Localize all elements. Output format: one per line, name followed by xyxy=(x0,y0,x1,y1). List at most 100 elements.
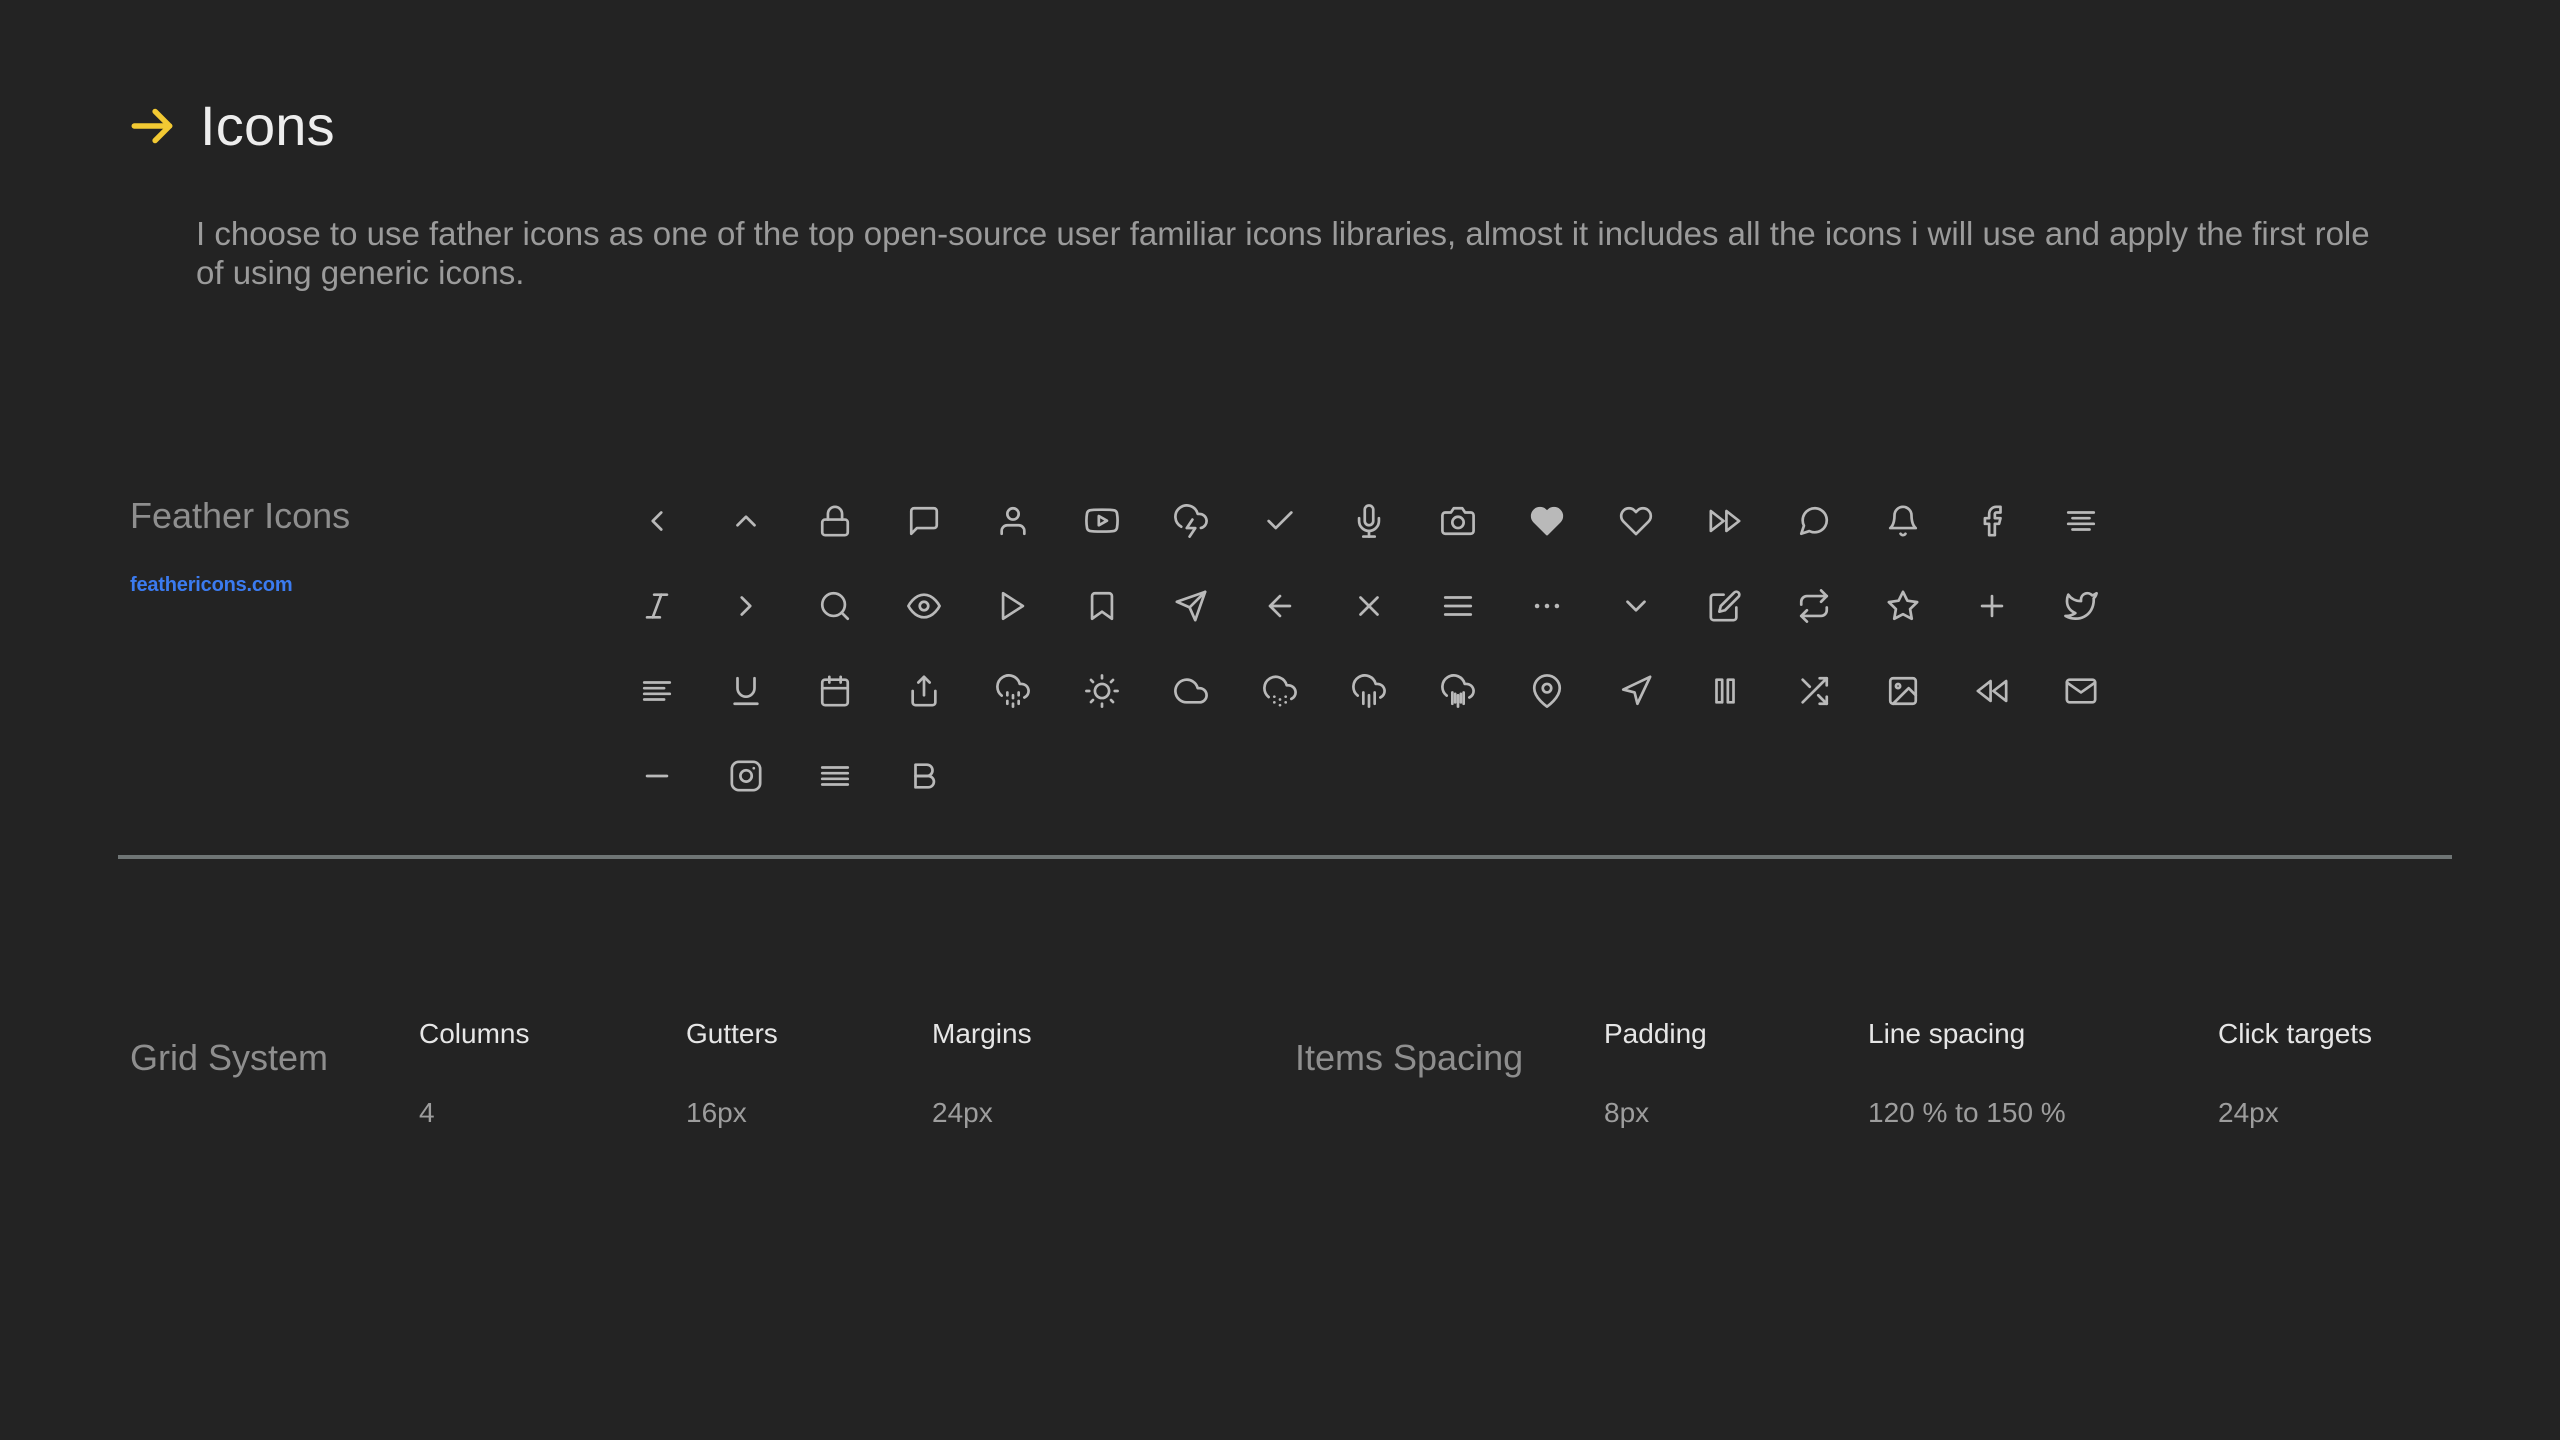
camera-icon xyxy=(1440,506,1475,535)
page-title: Icons xyxy=(200,94,335,157)
icon-cell[interactable] xyxy=(612,478,701,563)
grid-system-section: Grid System Items Spacing Columns 4 Gutt… xyxy=(0,1020,2560,1200)
search-icon xyxy=(820,591,849,620)
icon-cell[interactable] xyxy=(1769,478,1858,563)
icon-cell[interactable] xyxy=(1502,563,1591,648)
icon-cell[interactable] xyxy=(1057,648,1146,733)
icon-cell[interactable] xyxy=(1591,648,1680,733)
chevron-left-icon xyxy=(650,510,663,531)
heart-filled-icon xyxy=(1530,506,1563,535)
play-icon xyxy=(1001,591,1024,620)
icon-cell[interactable] xyxy=(1858,648,1947,733)
icon-cell[interactable] xyxy=(2036,478,2125,563)
chevron-down-icon xyxy=(1625,599,1646,612)
icon-cell[interactable] xyxy=(1324,648,1413,733)
icon-cell[interactable] xyxy=(1146,648,1235,733)
section-divider xyxy=(118,855,2452,859)
icon-cell[interactable] xyxy=(1413,563,1502,648)
icon-cell[interactable] xyxy=(968,563,1057,648)
icon-cell[interactable] xyxy=(790,733,879,818)
grid-column-label: Click targets xyxy=(2218,1018,2373,1049)
icon-cell[interactable] xyxy=(1858,563,1947,648)
icon-cell[interactable] xyxy=(1769,648,1858,733)
mail-icon xyxy=(2064,677,2097,704)
cloud-icon xyxy=(1173,677,1208,704)
heart-icon xyxy=(1619,506,1652,535)
icon-cell[interactable] xyxy=(1947,648,2036,733)
share-icon xyxy=(910,674,937,707)
icon-cell[interactable] xyxy=(1591,563,1680,648)
icon-cell[interactable] xyxy=(968,648,1057,733)
more-horizontal-icon xyxy=(1534,603,1559,608)
icon-cell[interactable] xyxy=(701,563,790,648)
feather-website-link[interactable]: feathericons.com xyxy=(130,574,293,597)
icon-cell[interactable] xyxy=(1057,478,1146,563)
icon-cell[interactable] xyxy=(879,478,968,563)
icon-cell[interactable] xyxy=(1769,563,1858,648)
underline-icon xyxy=(732,676,759,705)
icon-cell[interactable] xyxy=(1057,563,1146,648)
edit-icon xyxy=(1708,589,1741,622)
calendar-icon xyxy=(820,674,849,707)
icon-cell[interactable] xyxy=(1413,648,1502,733)
icon-cell[interactable] xyxy=(1235,478,1324,563)
icon-cell[interactable] xyxy=(1324,478,1413,563)
icon-cell[interactable] xyxy=(1591,478,1680,563)
image-icon xyxy=(1888,676,1917,705)
align-center-icon xyxy=(2066,510,2095,531)
icon-cell[interactable] xyxy=(1502,478,1591,563)
icon-cell[interactable] xyxy=(1947,563,2036,648)
grid-column-value: 8px xyxy=(1604,1097,1650,1128)
grid-column-label: Gutters xyxy=(686,1018,778,1049)
menu-icon xyxy=(1443,595,1472,616)
icon-cell[interactable] xyxy=(701,733,790,818)
arrow-right-icon xyxy=(131,108,173,144)
instagram-icon xyxy=(729,759,762,792)
icon-cell[interactable] xyxy=(701,478,790,563)
icon-cell[interactable] xyxy=(790,563,879,648)
icon-cell[interactable] xyxy=(879,563,968,648)
grid-column-value: 16px xyxy=(686,1097,747,1128)
icon-cell[interactable] xyxy=(612,563,701,648)
align-left-icon xyxy=(642,680,671,701)
icon-cell[interactable] xyxy=(612,648,701,733)
facebook-icon xyxy=(1983,504,2002,537)
icon-cell[interactable] xyxy=(790,478,879,563)
icon-cell[interactable] xyxy=(1413,478,1502,563)
x-icon xyxy=(1358,595,1379,616)
icon-cell[interactable] xyxy=(1146,563,1235,648)
icon-cell[interactable] xyxy=(701,648,790,733)
icon-cell[interactable] xyxy=(612,733,701,818)
icon-cell[interactable] xyxy=(1858,478,1947,563)
icon-cell[interactable] xyxy=(2036,563,2125,648)
grid-column-click-targets: Click targets 24px xyxy=(2218,1020,2372,1127)
arrow-left-icon xyxy=(1268,594,1291,617)
icon-cell[interactable] xyxy=(1680,478,1769,563)
icon-cell[interactable] xyxy=(2036,648,2125,733)
grid-system-heading: Grid System xyxy=(130,1037,329,1078)
bold-icon xyxy=(913,762,935,789)
icon-cell[interactable] xyxy=(1324,563,1413,648)
map-pin-icon xyxy=(1532,673,1561,708)
icon-cell[interactable] xyxy=(1680,648,1769,733)
icon-cell[interactable] xyxy=(879,648,968,733)
icon-cell[interactable] xyxy=(968,478,1057,563)
icon-cell[interactable] xyxy=(879,733,968,818)
navigation-icon xyxy=(1621,674,1652,705)
grid-column-label: Line spacing xyxy=(1868,1018,2026,1049)
icon-cell[interactable] xyxy=(1680,563,1769,648)
icon-cell[interactable] xyxy=(1235,648,1324,733)
icon-cell[interactable] xyxy=(1947,478,2036,563)
minus-icon xyxy=(645,774,668,777)
icon-cell[interactable] xyxy=(1235,563,1324,648)
icon-cell[interactable] xyxy=(790,648,879,733)
icon-cell[interactable] xyxy=(1502,648,1591,733)
rewind-icon xyxy=(1975,679,2008,702)
youtube-icon xyxy=(1084,507,1119,533)
mic-icon xyxy=(1357,503,1380,538)
grid-column-columns: Columns 4 xyxy=(419,1020,529,1127)
fast-forward-icon xyxy=(1708,509,1741,532)
feather-library-name: Feather Icons xyxy=(130,495,351,536)
feather-icons-block: Feather Icons feathericons.com xyxy=(130,495,360,597)
icon-cell[interactable] xyxy=(1146,478,1235,563)
